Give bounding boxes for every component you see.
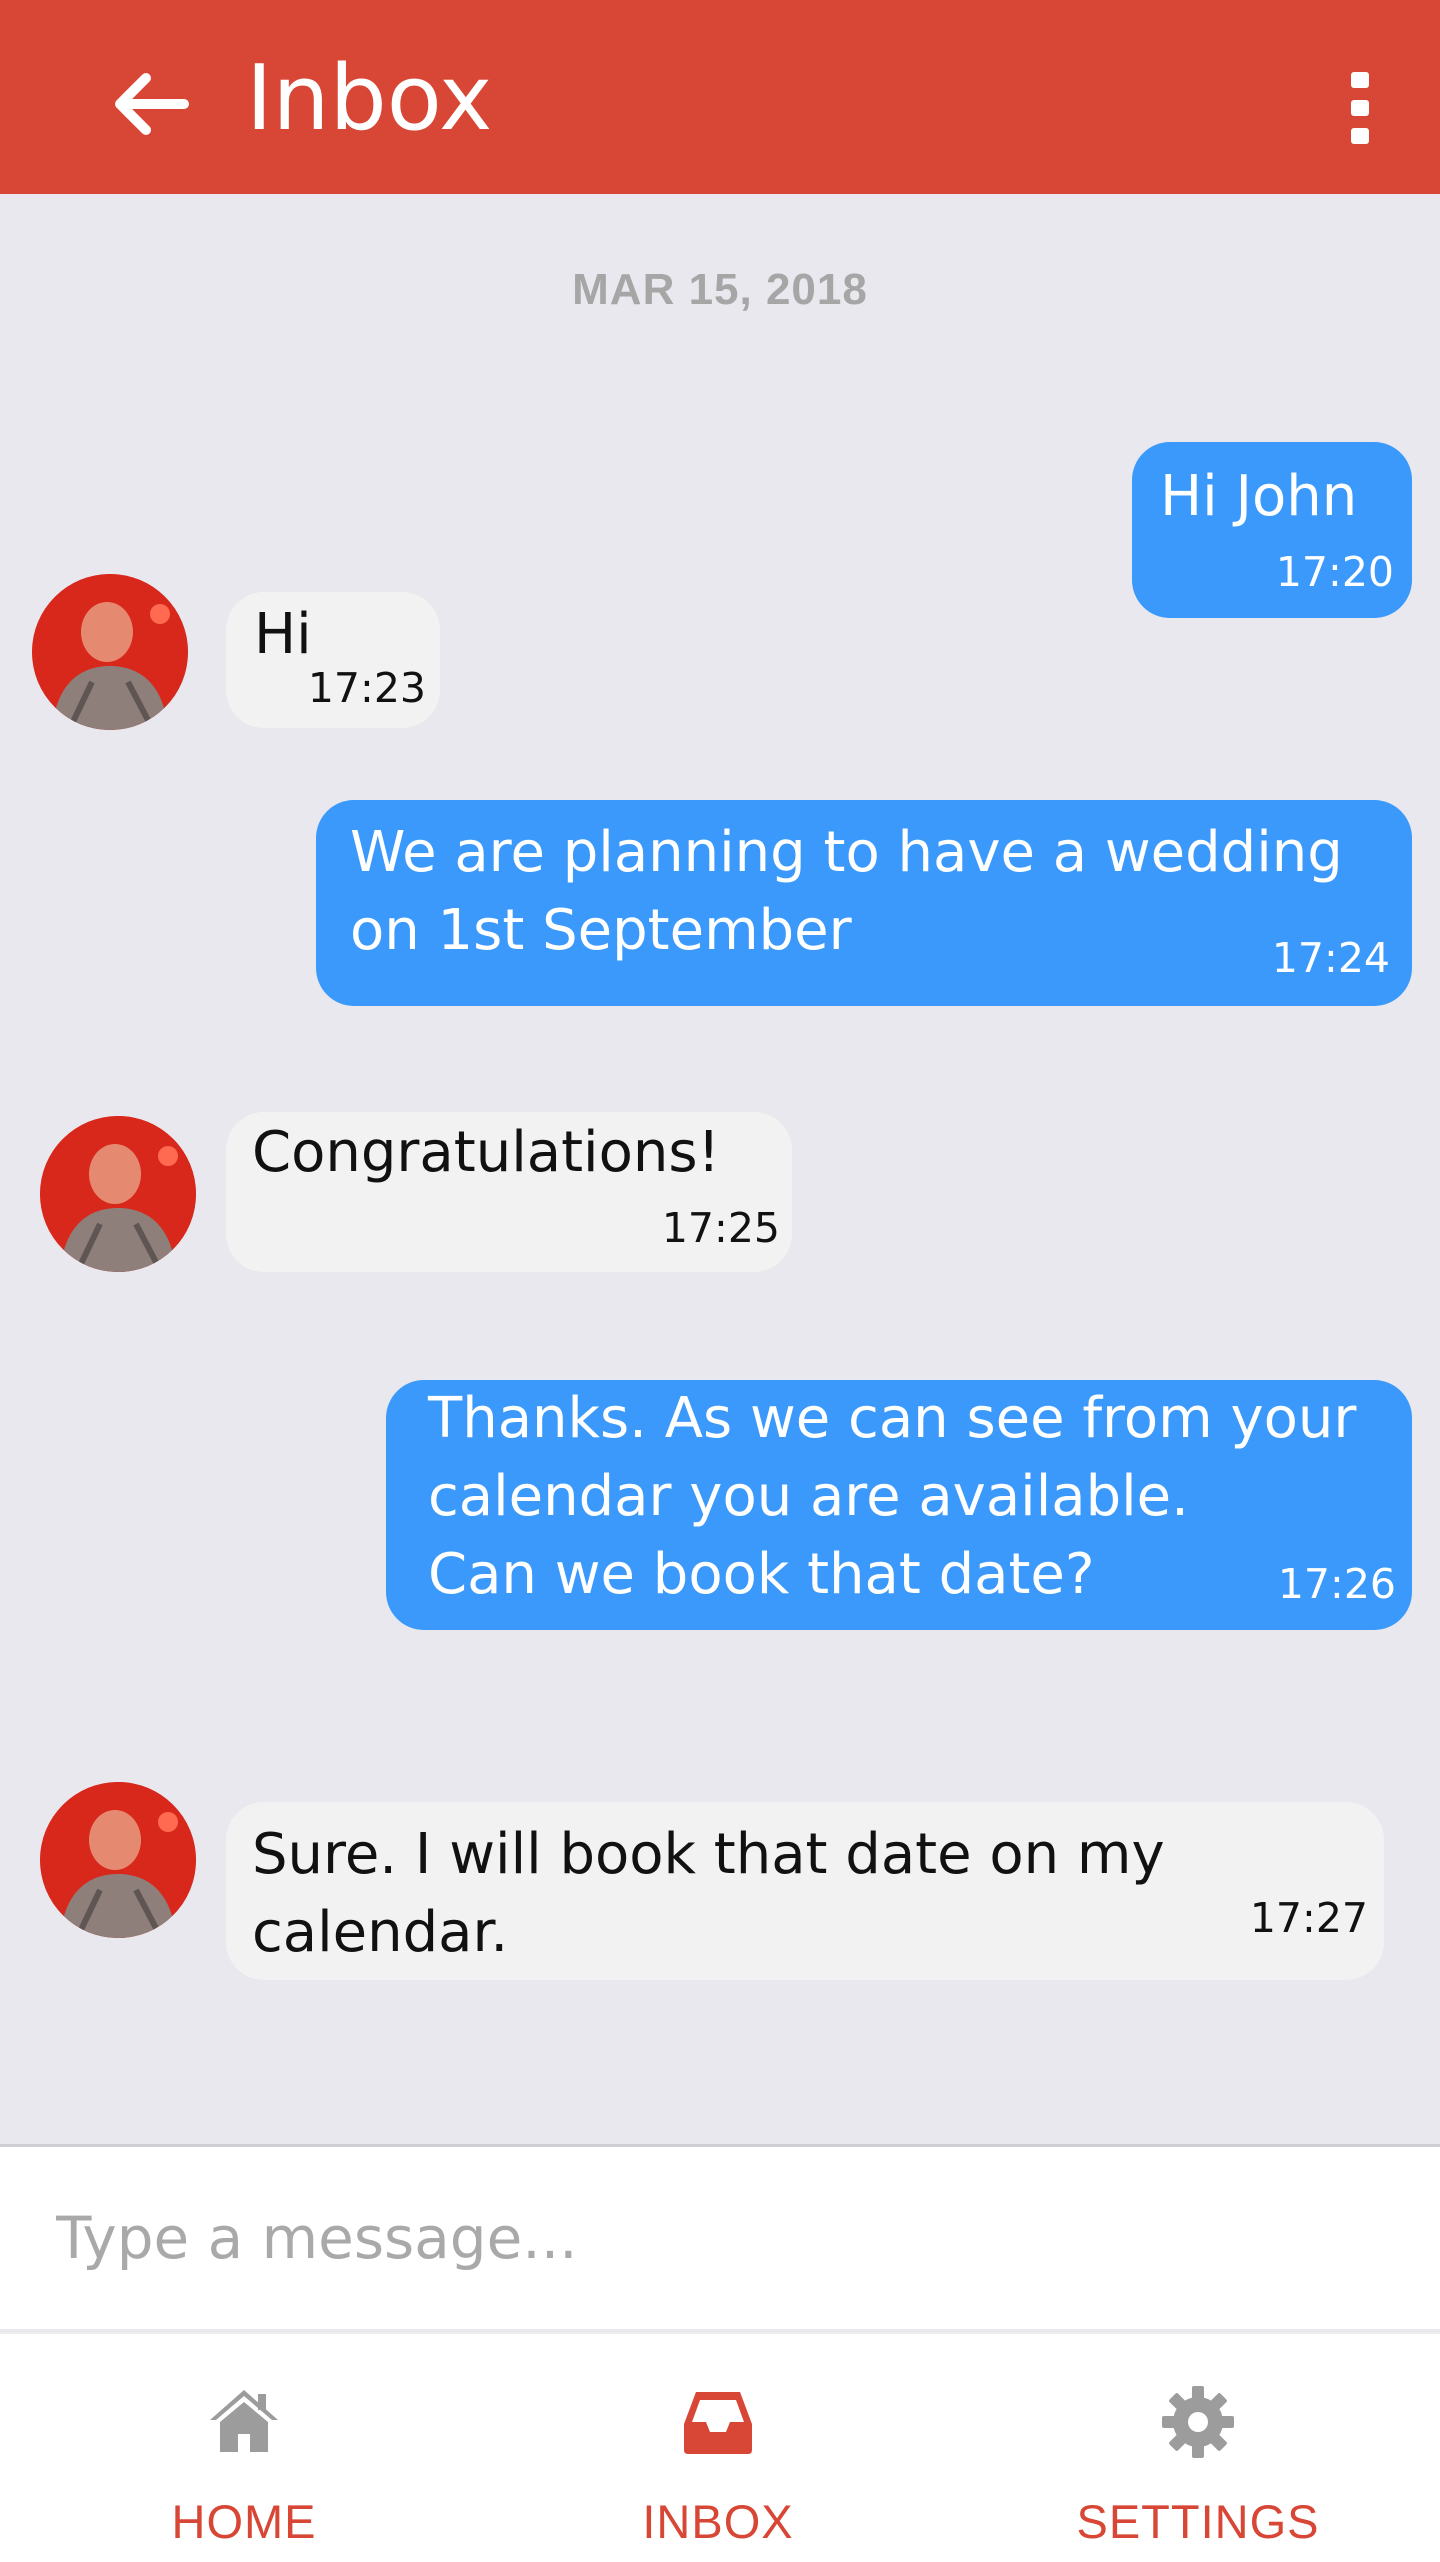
message-text: Hi John <box>1160 464 1358 529</box>
message-time: 17:23 <box>307 664 426 712</box>
message-bubble-outgoing[interactable]: Hi John 17:20 <box>1132 442 1412 618</box>
message-text: Congratulations! <box>252 1120 720 1185</box>
contact-avatar[interactable] <box>40 1116 196 1272</box>
message-time: 17:25 <box>661 1204 780 1252</box>
nav-home[interactable]: HOME <box>4 2334 484 2562</box>
home-icon <box>210 2390 278 2452</box>
message-text: Thanks. As we can see from your calendar… <box>428 1386 1357 1607</box>
more-vertical-icon[interactable] <box>1340 70 1380 146</box>
message-time: 17:20 <box>1275 548 1394 596</box>
message-time: 17:26 <box>1277 1560 1396 1608</box>
nav-home-label: HOME <box>171 2495 317 2548</box>
bottom-nav: HOME INBOX SETTINGS <box>0 2332 1440 2562</box>
page-title: Inbox <box>246 46 493 151</box>
message-bubble-outgoing[interactable]: We are planning to have a wedding on 1st… <box>316 800 1412 1006</box>
contact-avatar[interactable] <box>40 1782 196 1938</box>
nav-settings-label: SETTINGS <box>1076 2495 1320 2548</box>
message-text: Hi <box>254 602 312 667</box>
message-input[interactable] <box>54 2187 1378 2289</box>
date-separator: MAR 15, 2018 <box>572 265 868 314</box>
contact-photo <box>32 574 188 730</box>
message-time: 17:27 <box>1249 1894 1368 1942</box>
nav-inbox-label: INBOX <box>642 2495 794 2548</box>
message-bubble-incoming[interactable]: Hi 17:23 <box>226 592 440 728</box>
nav-inbox[interactable]: INBOX <box>478 2334 958 2562</box>
app-header: Inbox <box>0 0 1440 194</box>
message-bubble-incoming[interactable]: Congratulations! 17:25 <box>226 1112 792 1272</box>
gear-icon <box>1162 2386 1234 2458</box>
message-time: 17:24 <box>1271 934 1390 982</box>
message-text: We are planning to have a wedding on 1st… <box>350 820 1343 963</box>
nav-settings[interactable]: SETTINGS <box>958 2334 1438 2562</box>
contact-avatar[interactable] <box>32 574 188 730</box>
message-bubble-incoming[interactable]: Sure. I will book that date on my calend… <box>226 1802 1384 1980</box>
inbox-icon <box>684 2392 752 2454</box>
contact-photo <box>40 1782 196 1938</box>
message-bubble-outgoing[interactable]: Thanks. As we can see from your calendar… <box>386 1380 1412 1630</box>
message-composer <box>0 2144 1440 2329</box>
message-text: Sure. I will book that date on my calend… <box>252 1822 1165 1965</box>
contact-photo <box>40 1116 196 1272</box>
arrow-left-icon[interactable] <box>108 62 192 146</box>
